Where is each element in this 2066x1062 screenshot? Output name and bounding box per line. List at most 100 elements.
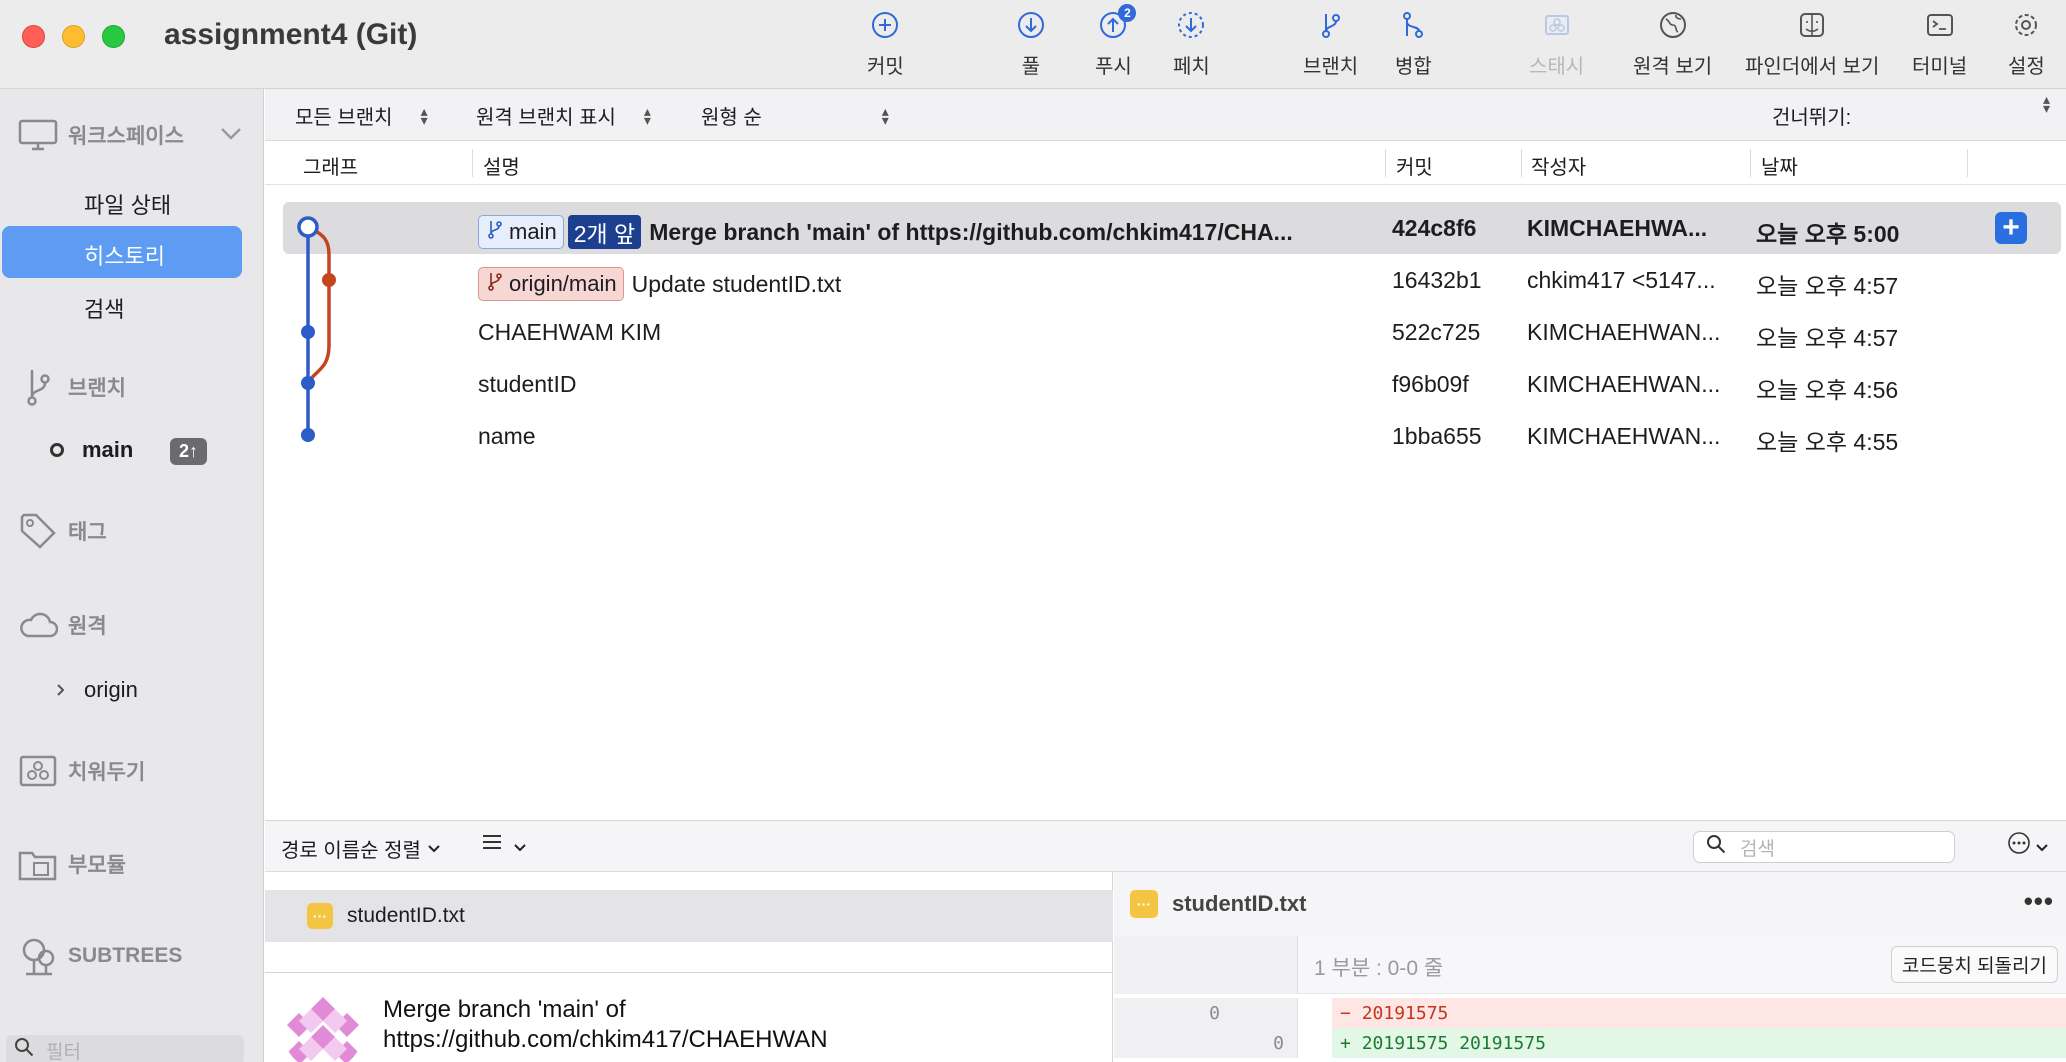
sidebar-section-workspace[interactable]: 워크스페이스	[18, 117, 242, 153]
branch-button[interactable]: 브랜치	[1303, 8, 1358, 84]
sidebar-item-branch-main[interactable]: main	[50, 437, 133, 463]
minimize-window-button[interactable]	[62, 25, 85, 48]
column-author[interactable]: 작성자	[1531, 151, 1586, 180]
changed-files-pane: ··· studentID.txt Merge branch 'main' of…	[265, 872, 1113, 1062]
remote-branch-tag[interactable]: origin/main	[478, 267, 624, 301]
diff-file-header: ··· studentID.txt •••	[1114, 872, 2066, 936]
jump-to-select[interactable]: ▴ ▾	[2043, 91, 2051, 116]
pull-button[interactable]: 풀	[1014, 8, 1048, 84]
arrow-down-circle-icon	[1014, 8, 1048, 42]
commit-date: 오늘 오후 4:55	[1756, 429, 1899, 455]
commit-button[interactable]: 커밋	[867, 8, 904, 84]
diff-line-removed: 0 − 20191575	[1114, 998, 2066, 1028]
sidebar-item-history[interactable]: 히스토리	[2, 226, 242, 278]
close-window-button[interactable]	[22, 25, 45, 48]
commit-date: 오늘 오후 4:57	[1756, 273, 1899, 299]
sidebar-section-remotes[interactable]: 원격	[18, 607, 107, 643]
current-branch-icon	[50, 443, 64, 457]
merge-button[interactable]: 병합	[1395, 8, 1432, 84]
diff-hunk-header: 1 부분 : 0-0 줄 코드뭉치 되돌리기	[1114, 936, 2066, 994]
table-row[interactable]: origin/main Update studentID.txt 16432b1…	[283, 254, 2061, 306]
sidebar-filter-input[interactable]: 필터	[6, 1035, 244, 1062]
commit-graph	[297, 216, 336, 442]
avatar	[283, 991, 363, 1062]
zoom-window-button[interactable]	[102, 25, 125, 48]
sidebar: 워크스페이스 파일 상태 히스토리 검색 브랜치 main 2↑ 태그 원격 o…	[0, 89, 264, 1062]
chevron-down-icon[interactable]	[220, 123, 242, 147]
column-graph[interactable]: 그래프	[303, 151, 358, 180]
graph-node	[322, 273, 336, 287]
commit-hash: 522c725	[1392, 319, 1481, 345]
stash-button[interactable]: 스태시	[1529, 8, 1584, 84]
search-icon	[14, 1037, 34, 1062]
table-row[interactable]: name 1bba655 KIMCHAEHWAN... 오늘 오후 4:55	[283, 410, 2061, 462]
terminal-icon	[1923, 8, 1957, 42]
graph-node-head	[297, 216, 319, 238]
commit-hash: 424c8f6	[1392, 215, 1477, 241]
diff-line-added: 0 + 20191575 20191575	[1114, 1028, 2066, 1058]
sidebar-section-stashes[interactable]: 치워두기	[18, 753, 145, 789]
sort-by-path-select[interactable]: 경로 이름순 정렬	[281, 834, 441, 863]
graph-node	[301, 325, 315, 339]
modified-file-icon: ···	[1130, 890, 1158, 918]
plus-circle-icon	[868, 8, 902, 42]
revert-hunk-button[interactable]: 코드뭉치 되돌리기	[1890, 946, 2058, 983]
show-remote-branches-select[interactable]: 원격 브랜치 표시 ▴ ▾	[476, 101, 651, 130]
commit-date: 오늘 오후 4:57	[1756, 325, 1899, 351]
cloud-icon	[18, 607, 58, 643]
toolbar: assignment4 (Git) 커밋 풀 2 푸시 페치 브랜치 병합 스태…	[0, 0, 2066, 89]
branch-scope-select[interactable]: 모든 브랜치 ▴ ▾	[295, 101, 428, 130]
remote-view-button[interactable]: 원격 보기	[1633, 8, 1712, 84]
commit-order-select[interactable]: 원형 순 ▴ ▾	[701, 101, 889, 130]
commit-message: Merge branch 'main' of https://github.co…	[649, 218, 1293, 245]
globe-icon	[1656, 8, 1690, 42]
table-row[interactable]: studentID f96b09f KIMCHAEHWAN... 오늘 오후 4…	[283, 358, 2061, 410]
column-date[interactable]: 날짜	[1761, 151, 1798, 180]
add-button[interactable]: +	[1995, 212, 2027, 244]
push-button[interactable]: 2 푸시	[1095, 4, 1137, 84]
chevron-right-icon[interactable]	[56, 677, 66, 703]
branch-icon	[487, 271, 503, 297]
file-search-input[interactable]: 검색	[1693, 831, 1955, 863]
finder-icon	[1795, 8, 1829, 42]
file-list-item[interactable]: ··· studentID.txt	[265, 890, 1113, 942]
ellipsis-circle-icon	[2007, 831, 2031, 861]
commit-hash: 1bba655	[1392, 423, 1482, 449]
commit-detail-message: https://github.com/chkim417/CHAEHWAN	[383, 1026, 828, 1053]
sidebar-item-remote-origin[interactable]: origin	[56, 677, 138, 703]
commit-list: main 2개 앞 Merge branch 'main' of https:/…	[265, 185, 2066, 820]
terminal-button[interactable]: 터미널	[1912, 8, 1967, 84]
ahead-count-badge: 2↑	[170, 438, 208, 465]
branch-icon	[18, 369, 58, 406]
column-description[interactable]: 설명	[483, 151, 520, 180]
sidebar-section-submodules[interactable]: 부모듈	[18, 846, 126, 882]
updown-chevron-icon: ▴ ▾	[2043, 91, 2051, 116]
sidebar-section-subtrees[interactable]: SUBTREES	[18, 938, 182, 976]
updown-chevron-icon: ▴ ▾	[420, 102, 428, 128]
finder-view-button[interactable]: 파인더에서 보기	[1745, 8, 1879, 84]
sidebar-item-search[interactable]: 검색	[84, 292, 124, 324]
commit-author: KIMCHAEHWAN...	[1527, 371, 1721, 397]
graph-node	[301, 428, 315, 442]
column-commit[interactable]: 커밋	[1396, 151, 1433, 180]
fetch-button[interactable]: 페치	[1173, 8, 1210, 84]
commit-author: KIMCHAEHWAN...	[1527, 423, 1721, 449]
more-options-button[interactable]	[2007, 831, 2049, 861]
submodule-folder-icon	[18, 846, 58, 882]
commit-detail: Merge branch 'main' of https://github.co…	[265, 972, 1113, 1062]
branch-tag-main[interactable]: main	[478, 215, 564, 249]
commit-hash: 16432b1	[1392, 267, 1482, 293]
window-title: assignment4 (Git)	[164, 18, 418, 51]
commit-author: KIMCHAEHWA...	[1527, 215, 1708, 241]
chevron-down-icon	[2035, 833, 2049, 859]
list-view-select[interactable]	[481, 833, 527, 859]
more-icon[interactable]: •••	[2024, 886, 2054, 917]
commit-message: studentID	[478, 371, 577, 397]
settings-button[interactable]: 설정	[2008, 8, 2045, 84]
sidebar-section-branches[interactable]: 브랜치	[18, 369, 126, 406]
branch-icon	[487, 219, 503, 245]
table-row[interactable]: CHAEHWAM KIM 522c725 KIMCHAEHWAN... 오늘 오…	[283, 306, 2061, 358]
sidebar-section-tags[interactable]: 태그	[18, 513, 107, 549]
sidebar-item-file-status[interactable]: 파일 상태	[84, 188, 171, 220]
table-row[interactable]: main 2개 앞 Merge branch 'main' of https:/…	[283, 202, 2061, 254]
